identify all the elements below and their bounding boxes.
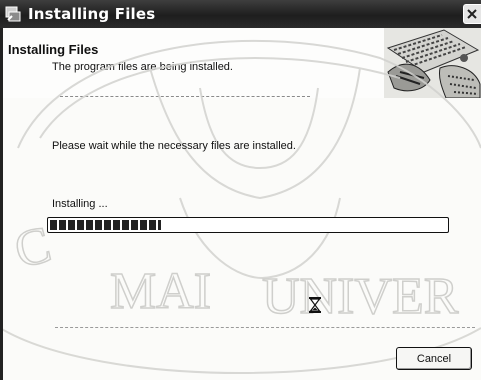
title-bar[interactable]: Installing Files: [0, 0, 481, 28]
cancel-button[interactable]: Cancel: [396, 347, 472, 370]
install-status: Installing ...: [52, 198, 108, 210]
installer-icon: [5, 6, 21, 22]
wizard-header: Installing Files The program files are b…: [0, 28, 481, 98]
close-icon: [467, 9, 477, 19]
svg-text:MAI: MAI: [110, 263, 211, 320]
hourglass-icon: [309, 297, 321, 313]
computer-hardware-image: [384, 28, 481, 98]
close-button[interactable]: [463, 4, 481, 24]
wait-message: Please wait while the necessary files ar…: [52, 140, 296, 152]
install-window: Installing Files Installing Files The pr…: [0, 0, 481, 380]
install-progress-bar: [47, 217, 449, 233]
window-left-border: [0, 28, 3, 380]
progress-fill: [50, 220, 161, 230]
header-title: Installing Files: [8, 42, 99, 57]
header-subtitle: The program files are being installed.: [52, 61, 233, 73]
header-divider: [60, 96, 310, 97]
svg-text:UNIVER: UNIVER: [262, 268, 459, 325]
window-title: Installing Files: [28, 5, 156, 23]
footer-divider: [55, 327, 475, 328]
